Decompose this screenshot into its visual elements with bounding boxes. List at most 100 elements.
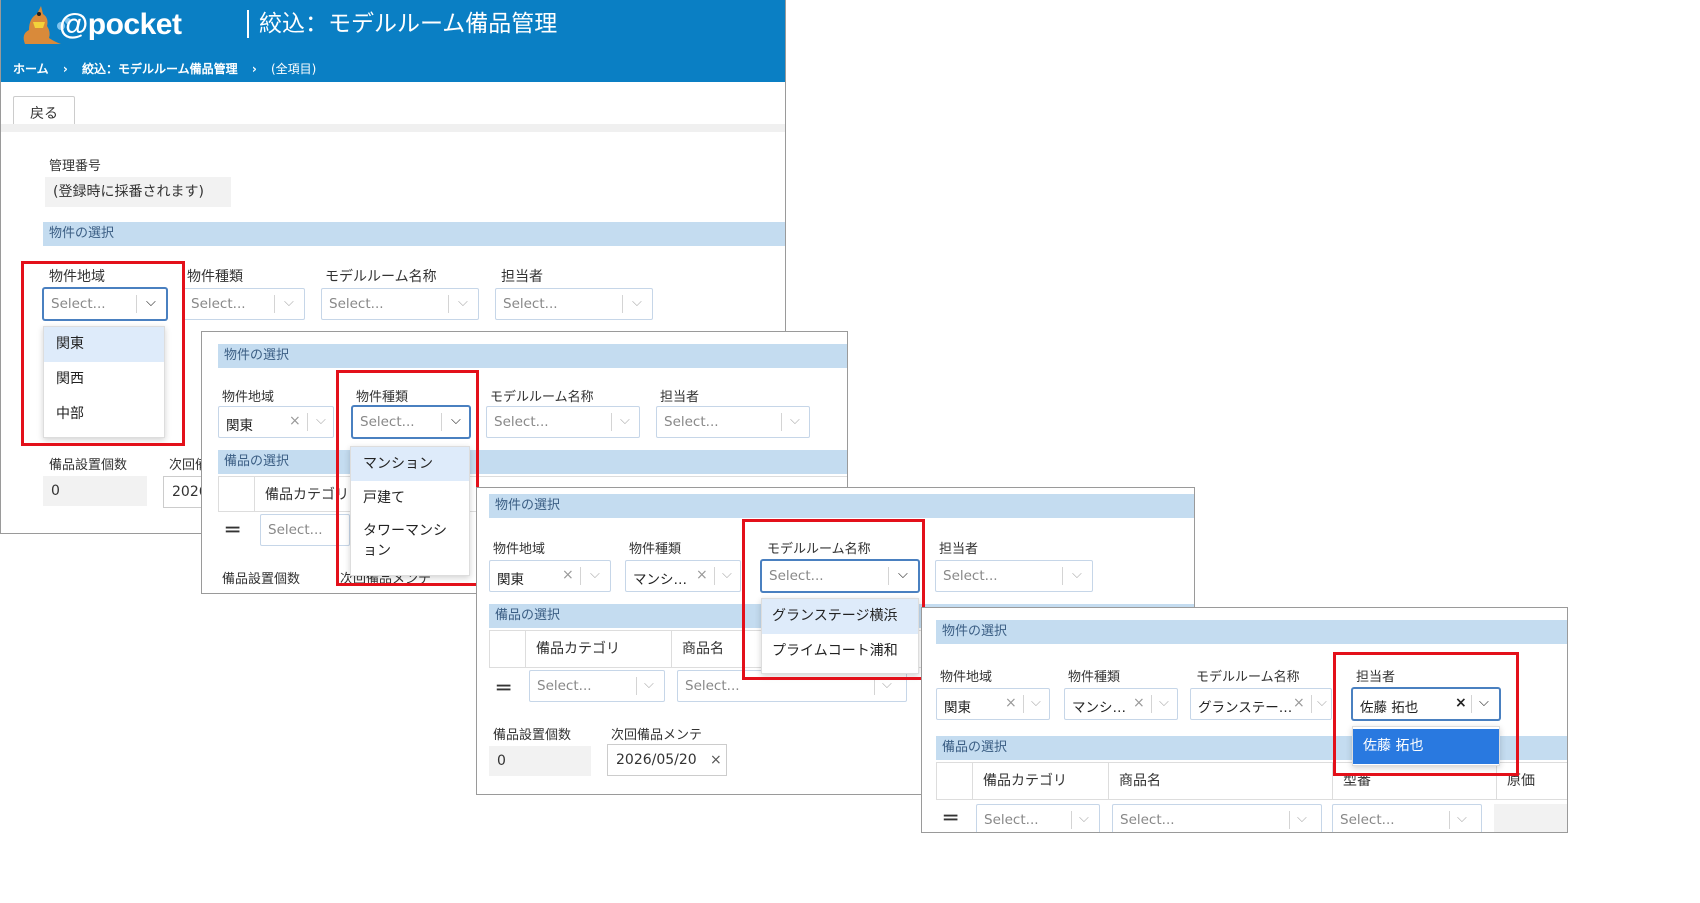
owner-select-placeholder: Select...	[943, 568, 998, 584]
model-option[interactable]: グランステージ横浜	[762, 599, 918, 634]
type-select[interactable]: マンシ… × ⌵	[1064, 688, 1178, 720]
drag-handle-icon[interactable]: ═	[226, 518, 239, 543]
owner-select-value: 佐藤 拓也	[1360, 700, 1419, 716]
owner-select[interactable]: Select... ⌵	[495, 288, 653, 320]
owner-label: 担当者	[1356, 670, 1396, 685]
model-select[interactable]: Select... ⌵	[761, 560, 919, 592]
area-option[interactable]: 中部	[44, 397, 164, 432]
owner-select-placeholder: Select...	[503, 296, 558, 312]
chevron-down-icon[interactable]: ⌵	[316, 413, 326, 428]
area-option[interactable]: 関東	[44, 327, 164, 362]
type-option[interactable]: タワーマンション	[351, 515, 455, 571]
model-select[interactable]: グランステー… × ⌵	[1190, 688, 1332, 720]
chevron-down-icon[interactable]: ⌵	[882, 677, 892, 692]
model-number-select[interactable]: Select... ⌵	[1332, 804, 1482, 832]
type-dropdown-menu: マンション 戸建て タワーマンション	[350, 446, 470, 576]
product-select[interactable]: Select... ⌵	[677, 670, 907, 702]
type-select[interactable]: マンシ… × ⌵	[625, 560, 741, 592]
cost-field[interactable]	[1494, 804, 1567, 832]
type-option[interactable]: 戸建て	[351, 481, 469, 515]
chevron-down-icon[interactable]: ⌵	[1457, 811, 1467, 826]
select-separator	[1311, 695, 1312, 713]
chevron-down-icon[interactable]: ⌵	[1317, 695, 1327, 710]
area-select[interactable]: 関東 × ⌵	[936, 688, 1050, 720]
category-select[interactable]: Select... ⌵	[529, 670, 665, 702]
clear-icon[interactable]: ×	[1133, 695, 1145, 711]
type-select[interactable]: Select... ⌵	[183, 288, 305, 320]
mgmt-number-value: (登録時に採番されます)	[45, 177, 231, 207]
chevron-down-icon[interactable]: ⌵	[284, 295, 294, 310]
screen-step-4: 物件の選択 物件地域 物件種類 モデルルーム名称 担当者 関東 × ⌵ マンシ……	[921, 607, 1568, 833]
clear-icon[interactable]: ×	[1293, 695, 1305, 711]
clear-icon[interactable]: ×	[1455, 695, 1467, 711]
section-property: 物件の選択	[43, 222, 785, 246]
section-property: 物件の選択	[218, 344, 847, 368]
type-select-placeholder: Select...	[360, 414, 415, 430]
chevron-down-icon[interactable]: ⌵	[590, 567, 600, 582]
category-select[interactable]: Select...	[260, 514, 350, 546]
select-separator	[611, 413, 612, 431]
chevron-down-icon[interactable]: ⌵	[1079, 811, 1089, 826]
clear-icon[interactable]: ×	[289, 413, 301, 429]
clear-icon[interactable]: ×	[696, 567, 708, 583]
chevron-down-icon[interactable]: ⌵	[1159, 695, 1169, 710]
chevron-down-icon[interactable]: ⌵	[451, 413, 461, 428]
model-option[interactable]: プライムコート浦和	[762, 634, 918, 669]
area-select[interactable]: 関東 × ⌵	[489, 560, 611, 592]
model-select[interactable]: Select... ⌵	[321, 288, 479, 320]
select-separator	[1023, 695, 1024, 713]
chevron-down-icon[interactable]: ⌵	[1297, 811, 1307, 826]
select-separator	[307, 413, 308, 431]
chevron-down-icon[interactable]: ⌵	[790, 413, 800, 428]
type-select[interactable]: Select... ⌵	[352, 406, 470, 438]
next-maint-date[interactable]: 2026/05/20 ×	[607, 744, 727, 776]
area-option[interactable]: 関西	[44, 362, 164, 397]
drag-handle-icon[interactable]: ═	[944, 806, 957, 831]
clear-icon[interactable]: ×	[562, 567, 574, 583]
type-label: 物件種類	[187, 269, 243, 285]
chevron-down-icon[interactable]: ⌵	[620, 413, 630, 428]
type-label: 物件種類	[1068, 670, 1121, 685]
type-option[interactable]: マンション	[351, 447, 469, 481]
chevron-down-icon[interactable]: ⌵	[644, 677, 654, 692]
select-separator	[1062, 567, 1063, 585]
area-select[interactable]: Select... ⌵	[43, 288, 167, 320]
category-select[interactable]: Select... ⌵	[976, 804, 1100, 832]
chevron-down-icon[interactable]: ⌵	[632, 295, 642, 310]
owner-label: 担当者	[939, 542, 979, 557]
owner-select[interactable]: Select... ⌵	[656, 406, 810, 438]
model-label: モデルルーム名称	[1196, 670, 1300, 685]
chevron-down-icon[interactable]: ⌵	[722, 567, 732, 582]
chevron-down-icon[interactable]: ⌵	[1479, 695, 1489, 710]
owner-select[interactable]: Select... ⌵	[935, 560, 1093, 592]
owner-label: 担当者	[501, 269, 543, 285]
model-select[interactable]: Select... ⌵	[486, 406, 640, 438]
select-separator	[274, 295, 275, 313]
breadcrumb-current[interactable]: 絞込：モデルルーム備品管理	[82, 62, 238, 76]
drag-handle-icon[interactable]: ═	[497, 676, 510, 701]
owner-option[interactable]: 佐藤 拓也	[1353, 729, 1499, 764]
chevron-down-icon[interactable]: ⌵	[1072, 567, 1082, 582]
select-separator	[714, 567, 715, 585]
product-select[interactable]: Select... ⌵	[1112, 804, 1322, 832]
owner-dropdown-menu: 佐藤 拓也	[1352, 726, 1500, 766]
breadcrumb-home[interactable]: ホーム	[13, 62, 49, 76]
model-select-placeholder: Select...	[769, 568, 824, 584]
chevron-down-icon[interactable]: ⌵	[898, 567, 908, 582]
chevron-down-icon[interactable]: ⌵	[1031, 695, 1041, 710]
select-separator	[136, 295, 137, 313]
owner-select[interactable]: 佐藤 拓也 × ⌵	[1352, 688, 1500, 720]
area-select-placeholder: Select...	[51, 296, 106, 312]
clear-icon[interactable]: ×	[1005, 695, 1017, 711]
count-label: 備品設置個数	[493, 728, 572, 743]
chevron-down-icon[interactable]: ⌵	[458, 295, 468, 310]
breadcrumb-view: (全項目)	[270, 62, 317, 76]
clear-icon[interactable]: ×	[710, 745, 722, 775]
chevron-down-icon[interactable]: ⌵	[146, 295, 156, 310]
product-select-placeholder: Select...	[1120, 812, 1175, 828]
select-separator	[1449, 811, 1450, 829]
area-select[interactable]: 関東 × ⌵	[218, 406, 334, 438]
select-separator	[580, 567, 581, 585]
type-label: 物件種類	[356, 390, 409, 405]
count-label: 備品設置個数	[222, 572, 301, 587]
